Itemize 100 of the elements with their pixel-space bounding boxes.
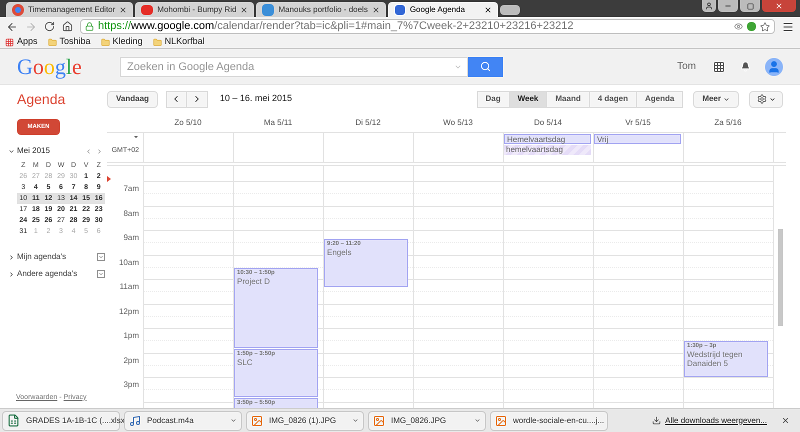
- search-field[interactable]: Zoeken in Google Agenda: [120, 56, 468, 76]
- calendar-list-label[interactable]: Andere agenda's: [17, 268, 78, 280]
- maximize-icon: [746, 2, 754, 10]
- bookmark-star-icon[interactable]: [760, 22, 770, 32]
- maximize-button[interactable]: [740, 0, 760, 12]
- spreadsheet-icon: [7, 414, 20, 427]
- browser-tab[interactable]: Mohombi - Bumpy Rid: [135, 2, 254, 17]
- image-icon: [251, 414, 263, 426]
- view-tab[interactable]: Maand: [546, 90, 590, 108]
- calendar-list-label[interactable]: Mijn agenda's: [17, 251, 66, 263]
- notification-bell-icon[interactable]: [740, 61, 751, 72]
- view-tab[interactable]: Dag: [476, 90, 510, 108]
- profile-button[interactable]: [702, 0, 716, 12]
- reload-icon[interactable]: [44, 21, 55, 32]
- settings-icon: [756, 94, 766, 104]
- back-icon[interactable]: [6, 20, 18, 32]
- extension-icon[interactable]: [747, 22, 756, 31]
- browser-tab[interactable]: Manouks portfolio - doels: [256, 2, 386, 17]
- caret-icon[interactable]: [474, 417, 481, 424]
- browser-tab[interactable]: Google Agenda: [388, 2, 498, 17]
- all-day-event[interactable]: Vrij: [594, 134, 681, 144]
- day-header[interactable]: Ma 5/11: [233, 113, 323, 132]
- hour-label: 10am: [118, 256, 139, 268]
- close-icon[interactable]: [484, 6, 492, 14]
- today-button[interactable]: Vandaag: [107, 90, 158, 108]
- more-button[interactable]: Meer: [693, 90, 739, 108]
- caret-icon: [98, 254, 104, 260]
- google-logo: Google: [16, 56, 83, 78]
- caret-icon[interactable]: [8, 148, 15, 154]
- bookmark[interactable]: Apps: [5, 35, 38, 49]
- caret-icon[interactable]: [133, 134, 139, 140]
- event-title: Wedstrijd tegen Danaiden 5: [687, 350, 744, 368]
- minimize-button[interactable]: [718, 0, 738, 12]
- close-icon[interactable]: [372, 6, 380, 14]
- new-tab-button[interactable]: [500, 5, 520, 15]
- day-header[interactable]: Zo 5/10: [143, 113, 233, 132]
- address-field[interactable]: https://www.google.com/calendar/render?tab=ic&pli=1#main_7%7Cweek-2+23210+23216+23212: [80, 19, 775, 34]
- download-icon: [652, 416, 662, 425]
- home-icon[interactable]: [62, 21, 73, 32]
- download-item[interactable]: IMG_0826.JPG: [368, 410, 486, 430]
- chevron-left-icon[interactable]: [85, 148, 92, 154]
- extension-icon[interactable]: [734, 22, 743, 31]
- caret-icon[interactable]: [8, 270, 15, 278]
- download-item[interactable]: Podcast.m4a: [124, 410, 242, 430]
- scrollbar-thumb[interactable]: [778, 229, 782, 326]
- caret-icon[interactable]: [352, 417, 359, 424]
- calendar-icon: [394, 4, 406, 16]
- settings-button[interactable]: [749, 90, 783, 108]
- view-tab[interactable]: Week: [508, 90, 548, 108]
- hour-label: 11am: [118, 281, 139, 293]
- date-range: 10 – 16. mei 2015: [220, 92, 292, 106]
- close-button[interactable]: [762, 0, 796, 12]
- current-time-marker-icon: [107, 176, 111, 182]
- video-play-icon: [141, 4, 154, 14]
- close-icon[interactable]: [240, 6, 248, 14]
- search-icon: [480, 61, 491, 72]
- chevron-right-icon[interactable]: [96, 148, 103, 154]
- day-header[interactable]: Za 5/16: [683, 113, 773, 132]
- close-icon[interactable]: [119, 6, 128, 14]
- all-day-event[interactable]: hemelvaartsdag: [504, 145, 591, 155]
- avatar[interactable]: [765, 58, 783, 76]
- dropdown-button[interactable]: [97, 270, 105, 278]
- chrome-logo-icon: [12, 4, 24, 16]
- event-title: SLC: [237, 358, 254, 368]
- hour-label: 1pm: [122, 330, 139, 342]
- caret-icon[interactable]: [230, 417, 237, 424]
- view-tab[interactable]: 4 dagen: [588, 90, 637, 108]
- bookmark[interactable]: Toshiba: [48, 35, 91, 49]
- close-icon: [775, 2, 783, 10]
- download-item[interactable]: IMG_0826 (1).JPG: [246, 410, 364, 430]
- caret-icon[interactable]: [8, 254, 15, 260]
- view-tab[interactable]: Agenda: [636, 90, 684, 108]
- day-header[interactable]: Wo 5/13: [413, 113, 503, 132]
- apps-grid-icon[interactable]: [713, 60, 725, 72]
- page-title: Agenda: [16, 90, 66, 109]
- event-title: Engels: [327, 248, 352, 258]
- hour-label: 3pm: [122, 379, 139, 391]
- browser-tab[interactable]: Timemanagement Editor: [6, 2, 134, 17]
- bookmark[interactable]: NLKorfbal: [152, 35, 205, 49]
- all-day-event[interactable]: Hemelvaartsdag: [504, 134, 591, 144]
- menu-icon[interactable]: [782, 20, 794, 32]
- hour-label: 9am: [122, 232, 139, 244]
- person-icon: [705, 2, 713, 10]
- day-header[interactable]: Vr 5/15: [593, 113, 683, 132]
- bookmark[interactable]: Kleding: [100, 35, 143, 49]
- caret-icon: [723, 96, 730, 102]
- image-icon: [495, 414, 507, 426]
- search-button[interactable]: [468, 56, 503, 76]
- show-all-downloads-link[interactable]: Alle downloads weergeven...: [665, 414, 767, 426]
- caret-icon: [98, 271, 104, 277]
- music-note-icon: [129, 414, 141, 426]
- download-item[interactable]: wordle-sociale-en-cu....j...: [490, 410, 608, 430]
- dropdown-button[interactable]: [97, 253, 105, 261]
- day-header[interactable]: Do 5/14: [503, 113, 593, 132]
- apps-grid-icon: [5, 38, 14, 46]
- folder-icon: [48, 38, 57, 46]
- close-icon[interactable]: [781, 416, 790, 425]
- month-title: Mei 2015: [17, 145, 50, 157]
- day-header[interactable]: Di 5/12: [323, 113, 413, 132]
- user-name: Tom: [677, 60, 696, 74]
